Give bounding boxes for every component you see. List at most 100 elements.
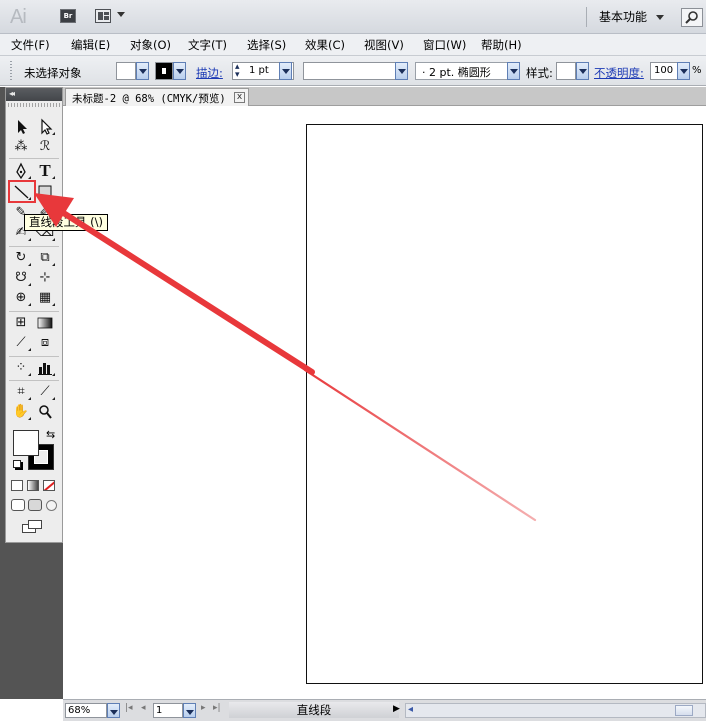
symbol-sprayer-tool[interactable]: ⁘	[11, 359, 31, 377]
chevron-down-icon[interactable]	[656, 15, 664, 20]
first-artboard-icon[interactable]: |◂	[125, 703, 133, 713]
scrollbar-thumb[interactable]	[675, 705, 693, 716]
opacity-field[interactable]: 100	[650, 62, 678, 80]
menu-help[interactable]: 帮助(H)	[481, 37, 522, 53]
tools-panel-header[interactable]: ◂◂	[6, 88, 62, 101]
prev-artboard-icon[interactable]: ◂	[141, 703, 146, 713]
opacity-label-link[interactable]: 不透明度:	[594, 65, 644, 81]
blend-tool[interactable]: ⧈	[35, 334, 55, 352]
menu-edit[interactable]: 编辑(E)	[71, 37, 110, 53]
selection-status: 未选择对象	[24, 66, 82, 80]
menu-type[interactable]: 文字(T)	[188, 37, 227, 53]
bridge-button[interactable]: Br	[60, 9, 76, 23]
graphic-style-swatch[interactable]	[556, 62, 576, 80]
arrange-documents-button[interactable]	[95, 9, 111, 23]
gradient-mode-icon[interactable]	[27, 480, 39, 491]
brush-definition-field[interactable]: · 2 pt. 椭圆形	[415, 62, 508, 80]
brush-definition-value: · 2 pt. 椭圆形	[422, 66, 491, 79]
mesh-tool[interactable]: ⊞	[11, 314, 31, 332]
current-tool-status[interactable]: 直线段	[229, 702, 399, 718]
horizontal-scrollbar[interactable]: ◂	[405, 703, 706, 718]
zoom-tool[interactable]	[35, 403, 55, 421]
document-tab-title: 未标题-2 @ 68% (CMYK/预览)	[72, 93, 226, 105]
control-bar-grip[interactable]	[10, 61, 12, 81]
fill-swatch[interactable]	[116, 62, 136, 80]
color-mode-icon[interactable]	[11, 480, 23, 491]
bar-chart-icon	[38, 363, 52, 375]
menu-select[interactable]: 选择(S)	[247, 37, 286, 53]
eyedropper-tool[interactable]: ⟋	[11, 334, 31, 352]
rotate-tool[interactable]: ↻	[11, 249, 31, 267]
stroke-weight-value: 1 pt	[249, 65, 269, 76]
menu-effect[interactable]: 效果(C)	[305, 37, 345, 53]
fill-dropdown[interactable]	[136, 62, 149, 80]
shape-builder-tool[interactable]: ⊕	[11, 289, 31, 307]
magic-wand-icon: ⁂	[14, 139, 28, 154]
tools-panel-grip[interactable]	[8, 103, 60, 107]
search-icon	[685, 11, 698, 24]
draw-normal-icon[interactable]	[11, 499, 25, 511]
menu-object[interactable]: 对象(O)	[130, 37, 171, 53]
lasso-tool[interactable]: ℛ	[35, 138, 55, 156]
zoom-level-field[interactable]: 68%	[65, 703, 107, 718]
default-colors-icon[interactable]	[13, 460, 21, 468]
scroll-left-icon[interactable]: ◂	[408, 704, 413, 715]
opacity-percent: %	[692, 65, 702, 76]
chevron-down-icon[interactable]	[117, 12, 125, 17]
opacity-dropdown[interactable]	[677, 62, 690, 80]
perspective-grid-tool[interactable]: ▦	[35, 289, 55, 307]
stroke-weight-dropdown[interactable]	[279, 62, 292, 80]
search-button[interactable]	[681, 8, 703, 27]
scale-icon: ⧉	[40, 250, 50, 265]
type-tool[interactable]: T	[35, 162, 55, 180]
direct-selection-tool[interactable]	[35, 118, 55, 136]
magic-wand-tool[interactable]: ⁂	[11, 138, 31, 156]
artboard-number-field[interactable]: 1	[153, 703, 183, 718]
document-tab[interactable]: 未标题-2 @ 68% (CMYK/预览) x	[65, 88, 249, 106]
stroke-swatch[interactable]	[155, 62, 173, 80]
draw-behind-icon[interactable]	[28, 499, 42, 511]
status-bar: 68% |◂ ◂ 1 ▸ ▸| 直线段 ▶ ◂	[63, 699, 706, 721]
collapse-icon[interactable]: ◂◂	[9, 89, 15, 98]
next-artboard-icon[interactable]: ▸	[201, 703, 206, 713]
warp-icon: ☋	[15, 270, 27, 285]
rectangle-tool[interactable]	[35, 183, 55, 201]
scale-tool[interactable]: ⧉	[35, 249, 55, 267]
zoom-dropdown[interactable]	[107, 703, 120, 718]
fill-color-box[interactable]	[13, 430, 39, 456]
pen-tool[interactable]	[11, 162, 31, 180]
selection-tool[interactable]	[11, 118, 31, 136]
artboard[interactable]	[306, 124, 703, 684]
current-tool-label: 直线段	[296, 703, 332, 717]
gradient-icon	[37, 317, 53, 329]
last-artboard-icon[interactable]: ▸|	[213, 703, 221, 713]
variable-width-dropdown[interactable]	[395, 62, 408, 80]
column-graph-tool[interactable]	[35, 359, 55, 377]
style-label: 样式:	[526, 66, 553, 80]
free-transform-tool[interactable]: ⊹	[35, 269, 55, 287]
brush-definition-dropdown[interactable]	[507, 62, 520, 80]
menu-file[interactable]: 文件(F)	[11, 37, 50, 53]
swap-fill-stroke-icon[interactable]: ⇆	[46, 428, 55, 441]
close-icon[interactable]: x	[234, 92, 245, 103]
artboard-dropdown[interactable]	[183, 703, 196, 718]
graphic-style-dropdown[interactable]	[576, 62, 589, 80]
draw-inside-icon[interactable]	[46, 500, 57, 511]
stepper-icon[interactable]: ▴ ▾	[235, 63, 240, 80]
screen-mode-button[interactable]	[22, 520, 44, 534]
warp-tool[interactable]: ☋	[11, 269, 31, 287]
title-bar: Ai Br 基本功能	[0, 0, 706, 34]
status-menu-icon[interactable]: ▶	[393, 704, 400, 714]
menu-bar: 文件(F) 编辑(E) 对象(O) 文字(T) 选择(S) 效果(C) 视图(V…	[0, 34, 706, 56]
menu-view[interactable]: 视图(V)	[364, 37, 404, 53]
artboard-tool[interactable]: ⌗	[11, 383, 31, 401]
annotation-highlight-box	[8, 180, 36, 203]
stroke-dropdown[interactable]	[173, 62, 186, 80]
stroke-label-link[interactable]: 描边:	[196, 65, 223, 81]
variable-width-field[interactable]	[303, 62, 397, 80]
none-mode-icon[interactable]	[43, 480, 55, 491]
hand-tool[interactable]: ✋	[11, 403, 31, 421]
gradient-tool[interactable]	[35, 314, 55, 332]
menu-window[interactable]: 窗口(W)	[423, 37, 466, 53]
slice-tool[interactable]: ⟋	[35, 383, 55, 401]
